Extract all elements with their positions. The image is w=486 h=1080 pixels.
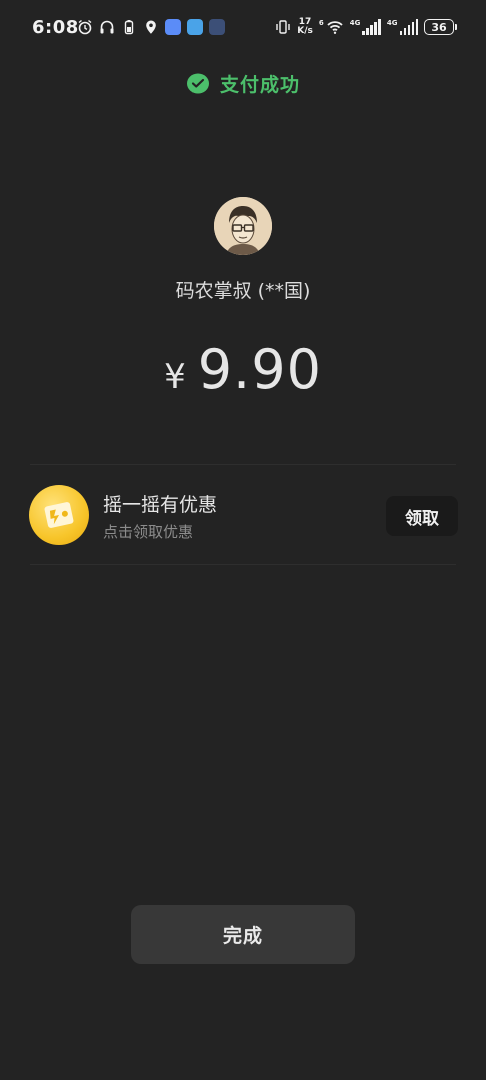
divider-bottom [30, 564, 456, 565]
divider-top [30, 464, 456, 465]
qq-app-icon [209, 19, 225, 35]
currency-symbol: ¥ [164, 357, 186, 397]
status-left-icons [77, 19, 225, 35]
wifi-tag: 6 [318, 19, 324, 27]
payment-success-header: 支付成功 [0, 70, 486, 97]
network-speed: 17 K/s [297, 18, 313, 36]
signal-1-tag: 4G [349, 19, 361, 27]
network-speed-unit: K/s [297, 26, 313, 36]
vibrate-icon [276, 20, 290, 34]
cellular-signal-1: 4G [350, 19, 381, 35]
battery-indicator: 36 [424, 19, 457, 35]
cellular-signal-2: 4G [387, 19, 418, 35]
payment-amount: ¥ 9.90 [0, 338, 486, 401]
battery-saver-icon [124, 20, 134, 35]
weather-app-icon [187, 19, 203, 35]
status-right-icons: 17 K/s 6 4G 4G 36 [275, 18, 457, 36]
status-time: 6:08 [32, 17, 79, 38]
battery-level: 36 [431, 20, 447, 34]
promo-subtitle[interactable]: 点击领取优惠 [103, 521, 193, 542]
amount-value: 9.90 [197, 338, 322, 401]
merchant-avatar [214, 197, 272, 255]
wifi-indicator: 6 [319, 19, 344, 35]
alarm-icon [78, 19, 92, 35]
wechat-pay-check-icon [186, 73, 209, 93]
signal-bars-icon [399, 19, 418, 35]
claim-button[interactable]: 领取 [386, 496, 458, 536]
avatar-illustration [214, 197, 272, 255]
status-bar: 6:08 17 K/s 6 4G 4G 36 [0, 0, 486, 60]
message-app-icon [165, 19, 181, 35]
wifi-icon [327, 21, 343, 34]
headphones-icon [100, 20, 114, 34]
shake-coupon-icon[interactable] [29, 485, 89, 545]
location-icon [146, 20, 156, 34]
merchant-name: 码农掌叔 (**国) [175, 280, 311, 302]
signal-2-tag: 4G [386, 19, 398, 27]
coupon-glyph-icon [44, 502, 74, 528]
done-button[interactable]: 完成 [131, 905, 355, 964]
signal-bars-icon [362, 19, 381, 35]
promo-title: 摇一摇有优惠 [103, 494, 218, 516]
payment-success-text: 支付成功 [219, 74, 300, 96]
